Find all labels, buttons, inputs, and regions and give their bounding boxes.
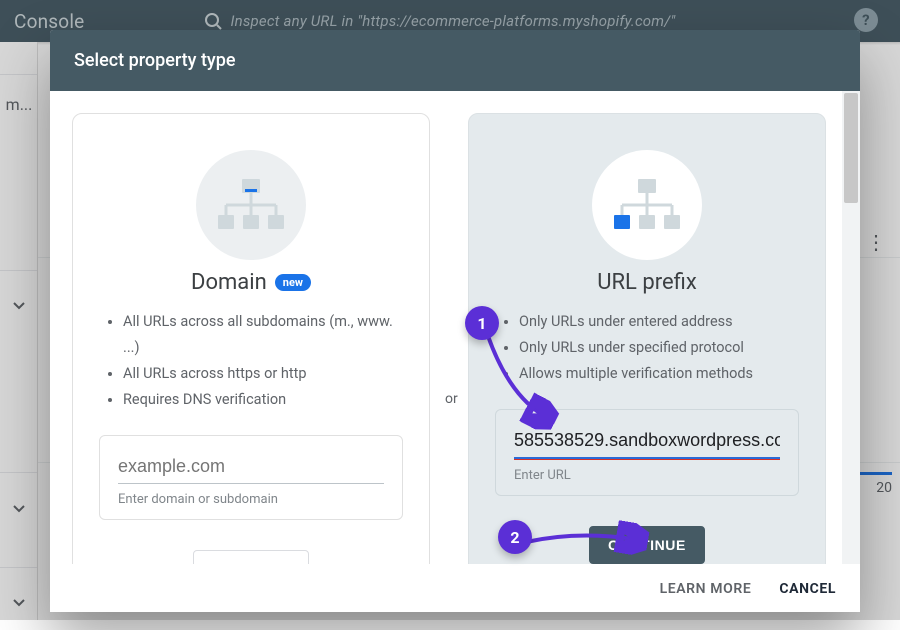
sitemap-icon — [218, 177, 284, 233]
scrollbar-thumb[interactable] — [844, 93, 858, 203]
dialog-body: Domain new All URLs across all subdomain… — [50, 91, 860, 612]
card-heading: URL prefix — [495, 270, 799, 295]
domain-input-group: Enter domain or subdomain — [99, 435, 403, 520]
select-property-type-dialog: Select property type Domain new — [50, 30, 860, 612]
urlprefix-input-help: Enter URL — [514, 468, 780, 483]
sitemap-illustration — [592, 150, 702, 260]
heading-text: Domain — [191, 270, 267, 295]
feature-list: All URLs across all subdomains (m., www.… — [99, 309, 403, 413]
list-item: All URLs across all subdomains (m., www.… — [123, 309, 403, 361]
learn-more-link[interactable]: LEARN MORE — [660, 581, 752, 597]
annotation-badge-2: 2 — [498, 520, 532, 554]
sitemap-icon — [614, 177, 680, 233]
list-item: Requires DNS verification — [123, 387, 403, 413]
card-heading: Domain new — [99, 270, 403, 295]
list-item: All URLs across https or http — [123, 361, 403, 387]
dialog-scrollbar[interactable] — [842, 91, 860, 567]
sitemap-illustration — [196, 150, 306, 260]
new-badge: new — [275, 274, 311, 291]
or-separator: or — [445, 391, 458, 407]
annotation-arrow-2 — [520, 520, 660, 560]
cancel-button[interactable]: CANCEL — [779, 581, 836, 597]
domain-input[interactable] — [118, 452, 384, 484]
domain-input-help: Enter domain or subdomain — [118, 492, 384, 507]
dialog-footer: LEARN MORE CANCEL — [50, 564, 860, 612]
option-card-domain[interactable]: Domain new All URLs across all subdomain… — [72, 113, 430, 612]
dialog-title: Select property type — [50, 30, 860, 91]
annotation-badge-1: 1 — [465, 306, 499, 340]
heading-text: URL prefix — [597, 270, 697, 295]
